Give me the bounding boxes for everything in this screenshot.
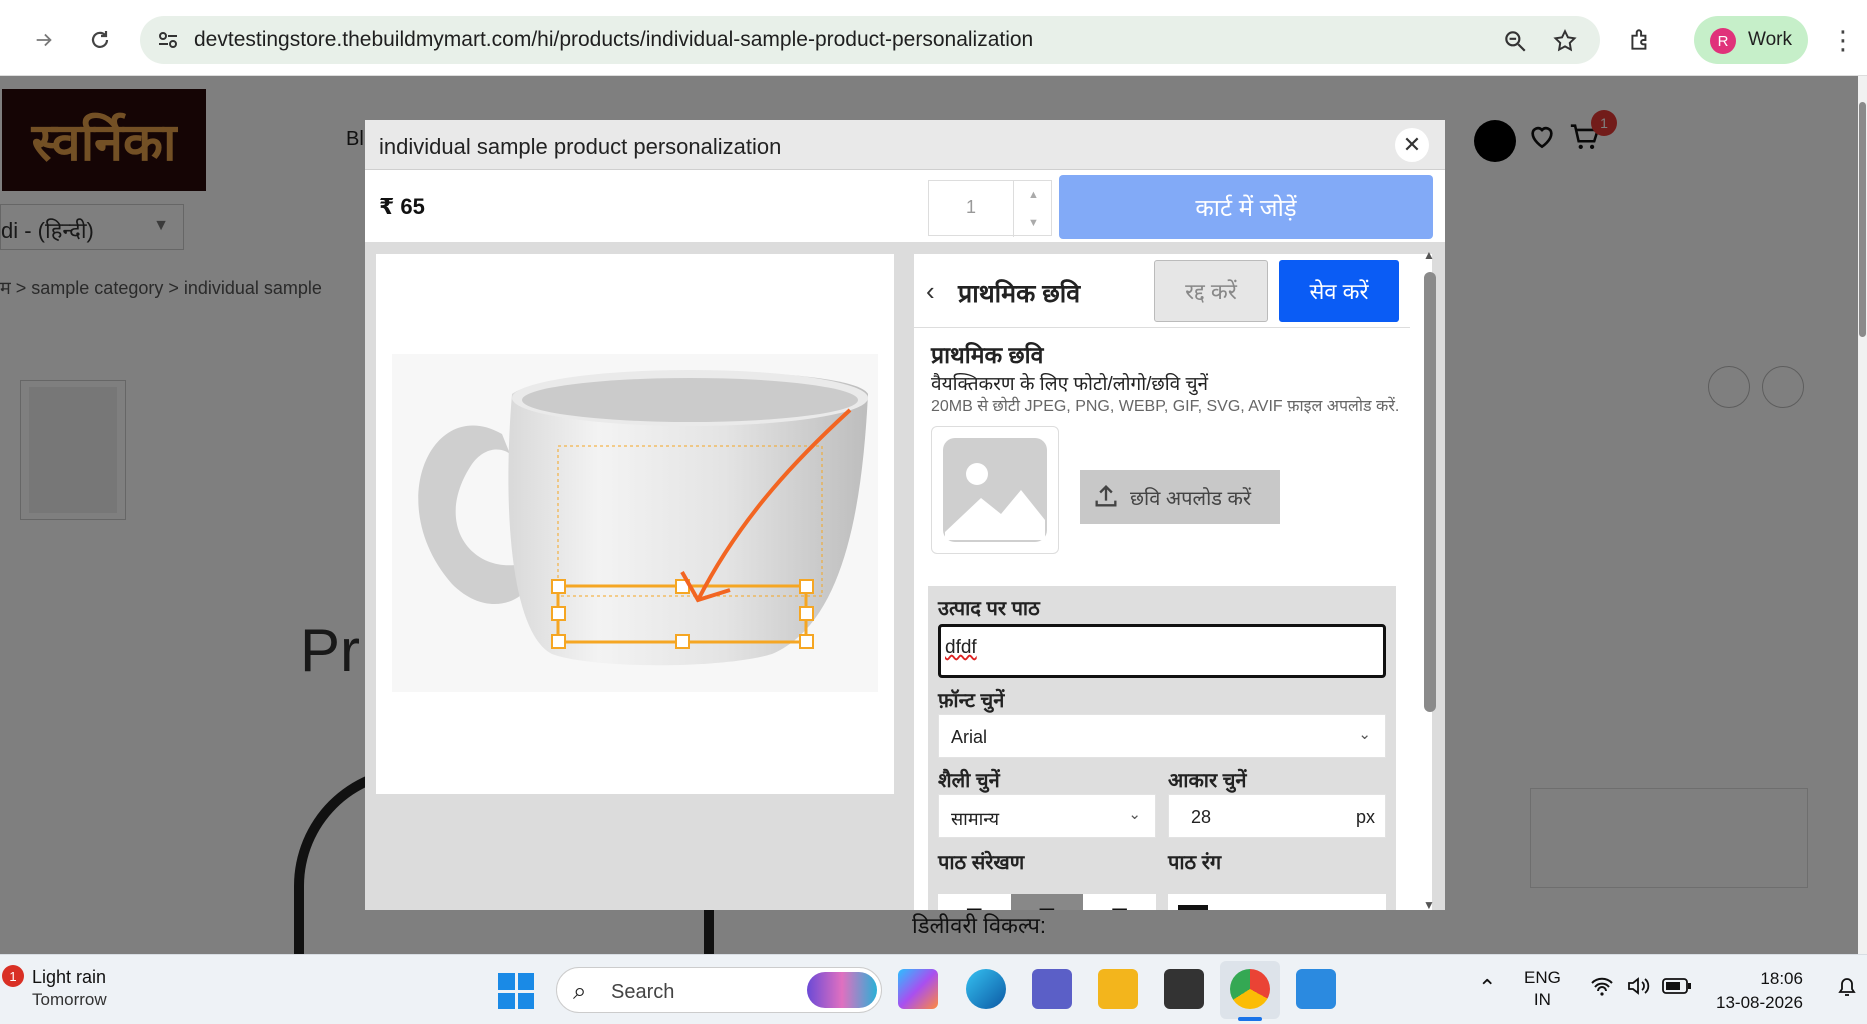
lang-line2: IN (1533, 990, 1551, 1009)
chevron-down-icon[interactable]: ▼ (1014, 209, 1053, 237)
product-price: ₹ 65 (379, 194, 425, 219)
size-label: आकार चुनें (1168, 770, 1247, 792)
style-select[interactable]: सामान्य ⌄ (938, 794, 1156, 838)
style-label: शैली चुनें (938, 770, 1000, 792)
quantity-stepper[interactable]: 1 ▲ ▼ (928, 180, 1053, 237)
font-label: फ़ॉन्ट चुनें (938, 690, 1005, 712)
font-value: Arial (951, 727, 988, 747)
close-icon[interactable]: ✕ (1395, 128, 1429, 162)
site-info-icon[interactable] (156, 28, 180, 52)
browser-toolbar: devtestingstore.thebuildmymart.com/hi/pr… (0, 0, 1867, 76)
product-preview (376, 254, 894, 794)
edge-icon[interactable] (966, 969, 1006, 1009)
chrome-icon[interactable] (1230, 969, 1270, 1009)
modal-header: individual sample product personalizatio… (365, 120, 1445, 170)
font-select[interactable]: Arial ⌄ (938, 714, 1386, 758)
taskbar-search[interactable]: ⌕ Search (556, 967, 882, 1013)
section-title: प्राथमिक छवि (931, 342, 1044, 368)
scroll-down-icon[interactable]: ▼ (1423, 898, 1435, 912)
browser-menu-icon[interactable]: ⋮ (1830, 22, 1856, 58)
clock-date: 13-08-2026 (1716, 993, 1803, 1012)
style-value: सामान्य (951, 809, 1000, 829)
chevron-left-icon[interactable]: ‹ (926, 276, 935, 307)
cancel-button[interactable]: रद्द करें (1154, 260, 1268, 322)
modal-title: individual sample product personalizatio… (379, 134, 782, 159)
search-icon: ⌕ (573, 978, 587, 1005)
page-scrollbar[interactable] (1858, 76, 1867, 954)
teams-icon[interactable] (1032, 969, 1072, 1009)
profile-avatar: R (1710, 28, 1736, 54)
save-button[interactable]: सेव करें (1279, 260, 1399, 322)
language-indicator[interactable]: ENG IN (1524, 967, 1561, 1011)
upload-label: छवि अपलोड करें (1130, 488, 1252, 510)
align-right-icon[interactable]: ☰ (1083, 894, 1156, 911)
chevron-up-icon[interactable]: ▲ (1014, 181, 1053, 209)
battery-icon[interactable] (1662, 977, 1692, 1000)
align-left-icon[interactable]: ☰ (938, 894, 1011, 911)
windows-taskbar: 1 Light rain Tomorrow ⌕ Search ⌃ ENG IN … (0, 954, 1867, 1024)
add-to-cart-button[interactable]: कार्ट में जोड़ें (1059, 175, 1433, 239)
system-clock[interactable]: 18:06 13-08-2026 (1716, 967, 1803, 1015)
clock-time: 18:06 (1760, 969, 1803, 988)
forward-icon[interactable] (26, 22, 62, 58)
editor-scrollbar[interactable]: ▲ ▼ (1422, 248, 1438, 912)
section-description: वैयक्तिकरण के लिए फोटो/लोगो/छवि चुनें (931, 374, 1209, 395)
weather-title: Light rain (32, 967, 107, 987)
size-unit: px (1355, 807, 1375, 827)
weather-widget[interactable]: Light rain Tomorrow (32, 967, 107, 1010)
notification-icon[interactable] (1836, 975, 1858, 1004)
size-value: 28 (1191, 807, 1212, 827)
align-center-icon[interactable]: ☰ (1010, 894, 1084, 910)
profile-button[interactable]: R Work (1694, 16, 1808, 64)
url-text[interactable]: devtestingstore.thebuildmymart.com/hi/pr… (194, 28, 1033, 52)
quantity-value[interactable]: 1 (929, 197, 1013, 218)
reload-icon[interactable] (82, 22, 118, 58)
align-label: पाठ संरेखण (938, 852, 1025, 874)
personalization-editor: ‹ प्राथमिक छवि रद्द करें सेव करें प्राथम… (914, 254, 1432, 910)
size-input[interactable]: 28 px (1168, 794, 1386, 838)
upload-image-button[interactable]: छवि अपलोड करें (1080, 470, 1280, 524)
volume-icon[interactable] (1626, 975, 1652, 1002)
copilot-icon[interactable] (898, 969, 938, 1009)
mug-image (392, 354, 878, 692)
upload-hint: 20MB से छोटी JPEG, PNG, WEBP, GIF, SVG, … (931, 398, 1400, 415)
editor-header: ‹ प्राथमिक छवि रद्द करें सेव करें (914, 254, 1410, 328)
color-swatch[interactable] (1178, 905, 1208, 910)
profile-label: Work (1748, 29, 1792, 50)
editor-title: प्राथमिक छवि (958, 280, 1081, 308)
windows-start-icon[interactable] (498, 973, 534, 1009)
search-label: Search (611, 981, 675, 1003)
color-hex-value: #111111 (1224, 907, 1287, 910)
personalization-modal: individual sample product personalizatio… (365, 120, 1445, 910)
weather-subtitle: Tomorrow (32, 990, 107, 1009)
text-settings-panel: उत्पाद पर पाठ dfdf फ़ॉन्ट चुनें Arial ⌄ … (928, 586, 1396, 910)
zoom-icon[interactable] (1502, 28, 1528, 54)
product-text-value: dfdf (945, 637, 977, 658)
search-highlight-art (807, 972, 877, 1008)
chevron-down-icon: ⌄ (1128, 806, 1141, 823)
price-bar: ₹ 65 1 ▲ ▼ कार्ट में जोड़ें (365, 170, 1445, 242)
app-cube-icon[interactable] (1164, 969, 1204, 1009)
image-placeholder-icon[interactable] (931, 426, 1059, 554)
text-align-group: ☰ ☰ ☰ (938, 894, 1156, 910)
upload-icon (1092, 482, 1120, 516)
text-label: उत्पाद पर पाठ (938, 598, 1040, 620)
product-text-input[interactable]: dfdf (938, 624, 1386, 678)
text-color-input[interactable]: #111111 (1168, 894, 1386, 910)
address-bar[interactable]: devtestingstore.thebuildmymart.com/hi/pr… (140, 16, 1600, 64)
weather-badge: 1 (2, 965, 24, 987)
chevron-up-icon[interactable]: ⌃ (1478, 975, 1496, 1001)
chevron-down-icon: ⌄ (1358, 726, 1371, 743)
bookmark-star-icon[interactable] (1552, 28, 1578, 54)
notepad-icon[interactable] (1296, 969, 1336, 1009)
wifi-icon[interactable] (1590, 975, 1614, 1002)
chrome-active-indicator (1238, 1017, 1262, 1021)
file-explorer-icon[interactable] (1098, 969, 1138, 1009)
color-label: पाठ रंग (1168, 852, 1222, 874)
scroll-up-icon[interactable]: ▲ (1423, 248, 1435, 262)
lang-line1: ENG (1524, 968, 1561, 987)
extensions-icon[interactable] (1622, 22, 1658, 58)
